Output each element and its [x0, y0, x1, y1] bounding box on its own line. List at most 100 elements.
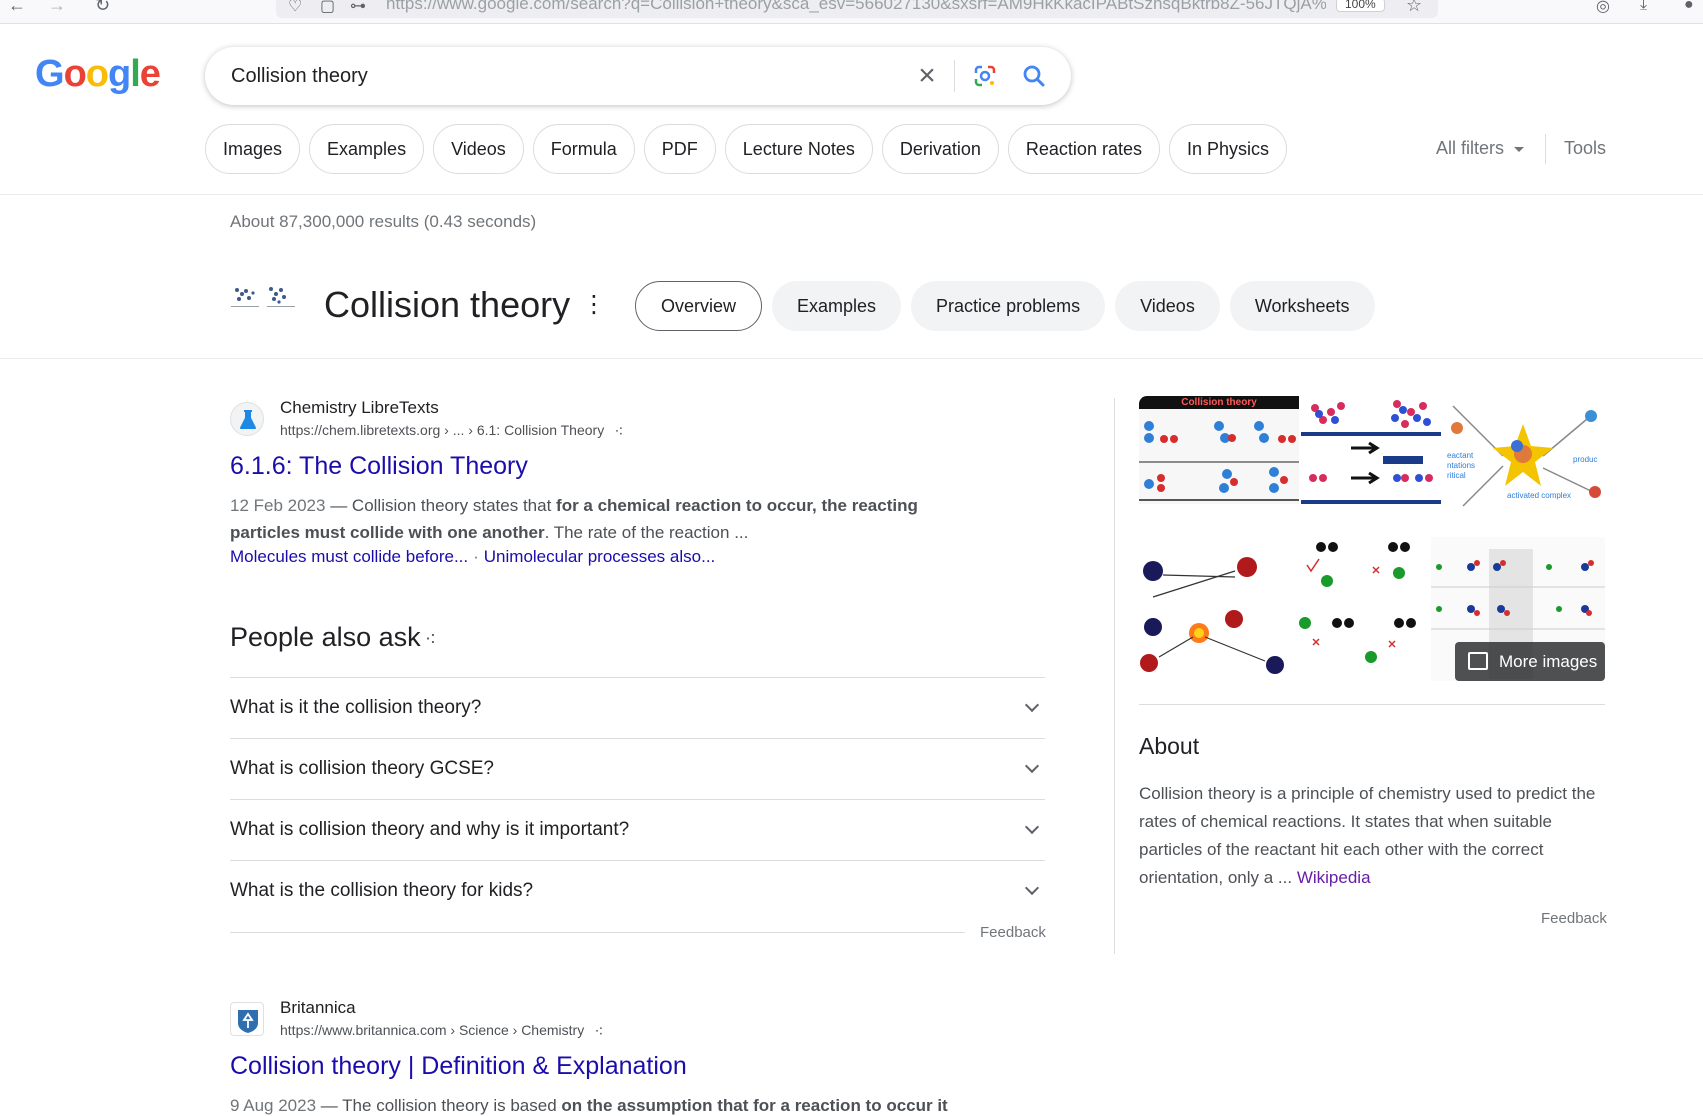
paa-question-text: What is the collision theory for kids?: [230, 880, 534, 901]
bookmark-star-icon[interactable]: ☆: [1406, 0, 1422, 16]
url-text[interactable]: https://www.google.com/search?q=Collisio…: [386, 0, 1326, 14]
kp-image[interactable]: [1289, 537, 1429, 681]
tab-examples[interactable]: Examples: [772, 281, 902, 331]
snippet-bold: on the assumption that for a reaction to…: [561, 1096, 948, 1115]
paa-options-icon[interactable]: ⁖: [425, 629, 437, 651]
kp-feedback-link[interactable]: Feedback: [1541, 910, 1607, 927]
chip-lecture-notes[interactable]: Lecture Notes: [724, 124, 873, 174]
kp-image[interactable]: eactant ntations ritical activated compl…: [1443, 396, 1605, 528]
result-snippet: 12 Feb 2023 — Collision theory states th…: [230, 496, 918, 542]
tools-button[interactable]: Tools: [1564, 138, 1606, 159]
tab-videos[interactable]: Videos: [1115, 281, 1220, 331]
page-info-icon[interactable]: ▢: [320, 0, 335, 16]
kp-label-critical: ritical: [1447, 471, 1466, 480]
back-icon[interactable]: ←: [8, 0, 28, 20]
paa-question[interactable]: What is collision theory GCSE?: [230, 738, 1045, 799]
browser-toolbar: ← → ↻ ♡ ▢ ⊶ https://www.google.com/searc…: [0, 0, 1703, 24]
site-name[interactable]: Britannica: [280, 998, 356, 1018]
search-result: Britannica https://www.britannica.com › …: [230, 998, 990, 1116]
forward-icon[interactable]: →: [48, 0, 68, 20]
entity-divider: [0, 358, 1703, 359]
chevron-down-icon: [1024, 880, 1040, 896]
result-title-link[interactable]: 6.1.6: The Collision Theory: [230, 452, 528, 481]
search-divider: [954, 60, 955, 92]
more-options-icon[interactable]: ⋮: [582, 293, 606, 317]
site-url-text: https://www.britannica.com › Science › C…: [280, 1022, 585, 1038]
pocket-icon[interactable]: ◎: [1596, 0, 1610, 16]
all-filters-label: All filters: [1436, 138, 1505, 158]
reload-icon[interactable]: ↻: [95, 0, 115, 20]
address-bar[interactable]: ♡ ▢ ⊶ https://www.google.com/search?q=Co…: [276, 0, 1438, 18]
chip-pdf[interactable]: PDF: [643, 124, 716, 174]
paa-feedback-link[interactable]: Feedback: [980, 924, 1046, 941]
result-options-icon[interactable]: ⁖: [614, 422, 623, 442]
kp-image[interactable]: [1301, 396, 1441, 504]
chip-derivation[interactable]: Derivation: [881, 124, 999, 174]
paa-question[interactable]: What is it the collision theory?: [230, 677, 1045, 738]
result-snippet: 9 Aug 2023 — The collision theory is bas…: [230, 1096, 948, 1115]
paa-question[interactable]: What is the collision theory for kids?: [230, 860, 1045, 921]
more-images-button[interactable]: More images: [1455, 642, 1605, 681]
chip-examples[interactable]: Examples: [309, 124, 425, 174]
downloads-icon[interactable]: ⤓: [1640, 0, 1647, 14]
result-date: 9 Aug 2023: [230, 1096, 317, 1115]
paa-title-text: People also ask: [230, 622, 421, 652]
knowledge-panel-divider: [1114, 398, 1115, 954]
site-name[interactable]: Chemistry LibreTexts: [280, 398, 439, 418]
google-logo[interactable]: Google: [35, 53, 161, 96]
entity-tabs: Overview Examples Practice problems Vide…: [635, 281, 1375, 331]
account-icon[interactable]: ●: [1684, 0, 1694, 14]
britannica-favicon[interactable]: [230, 1002, 264, 1036]
chip-videos[interactable]: Videos: [433, 124, 524, 174]
tab-worksheets[interactable]: Worksheets: [1229, 281, 1375, 331]
search-input[interactable]: [231, 59, 871, 93]
kp-label-activated: activated complex: [1507, 491, 1571, 500]
sublink-separator: ·: [473, 547, 479, 566]
zoom-level[interactable]: 100%: [1336, 0, 1385, 12]
search-box: ×: [205, 47, 1071, 105]
permissions-icon[interactable]: ⊶: [350, 0, 366, 16]
sublink[interactable]: Unimolecular processes also...: [484, 547, 715, 566]
sublink[interactable]: Molecules must collide before...: [230, 547, 468, 566]
paa-question[interactable]: What is collision theory and why is it i…: [230, 799, 1045, 860]
libretexts-favicon[interactable]: [230, 402, 264, 436]
kp-description: Collision theory is a principle of chemi…: [1139, 780, 1605, 892]
entity-thumbnail[interactable]: [231, 284, 299, 312]
chevron-down-icon: [1024, 819, 1040, 835]
chip-reaction-rates[interactable]: Reaction rates: [1007, 124, 1160, 174]
snippet-text: Collision theory states that: [351, 496, 557, 515]
chip-in-physics[interactable]: In Physics: [1168, 124, 1287, 174]
tab-practice-problems[interactable]: Practice problems: [911, 281, 1106, 331]
knowledge-panel-images: Collision theory eactant ntations ritica…: [1139, 396, 1605, 681]
header-divider: [0, 194, 1703, 195]
clear-icon[interactable]: ×: [910, 59, 944, 93]
entity-title: Collision theory: [324, 284, 571, 325]
paa-divider: [230, 932, 965, 933]
chevron-down-icon: [1024, 697, 1040, 713]
google-lens-icon[interactable]: [968, 59, 1002, 93]
result-stats: About 87,300,000 results (0.43 seconds): [230, 212, 537, 231]
kp-image[interactable]: Collision theory: [1139, 396, 1299, 504]
people-also-ask-title: People also ask ⁖: [230, 622, 437, 653]
search-result: Chemistry LibreTexts https://chem.libret…: [230, 398, 990, 572]
result-title-link[interactable]: Collision theory | Definition & Explanat…: [230, 1052, 687, 1081]
result-options-icon[interactable]: ⁖: [594, 1022, 603, 1042]
paa-question-text: What is collision theory GCSE?: [230, 758, 494, 779]
snippet-text: The collision theory is based: [342, 1096, 562, 1115]
caret-down-icon: [1514, 146, 1525, 152]
kp-label-reactant: eactant: [1447, 451, 1474, 460]
kp-divider: [1139, 704, 1605, 705]
tab-overview[interactable]: Overview: [635, 281, 763, 331]
search-icon[interactable]: [1017, 59, 1051, 93]
chip-images[interactable]: Images: [205, 124, 301, 174]
tools-divider: [1545, 134, 1546, 164]
kp-image[interactable]: [1139, 537, 1287, 681]
snippet-text-end: . The rate of the reaction ...: [544, 523, 749, 542]
shield-icon[interactable]: ♡: [288, 0, 302, 16]
kp-source-link[interactable]: Wikipedia: [1297, 868, 1371, 887]
kp-about-title: About: [1139, 733, 1200, 759]
site-url[interactable]: https://chem.libretexts.org › ... › 6.1:…: [280, 422, 624, 442]
all-filters-button[interactable]: All filters: [1436, 138, 1525, 159]
chip-formula[interactable]: Formula: [532, 124, 635, 174]
site-url[interactable]: https://www.britannica.com › Science › C…: [280, 1022, 604, 1042]
